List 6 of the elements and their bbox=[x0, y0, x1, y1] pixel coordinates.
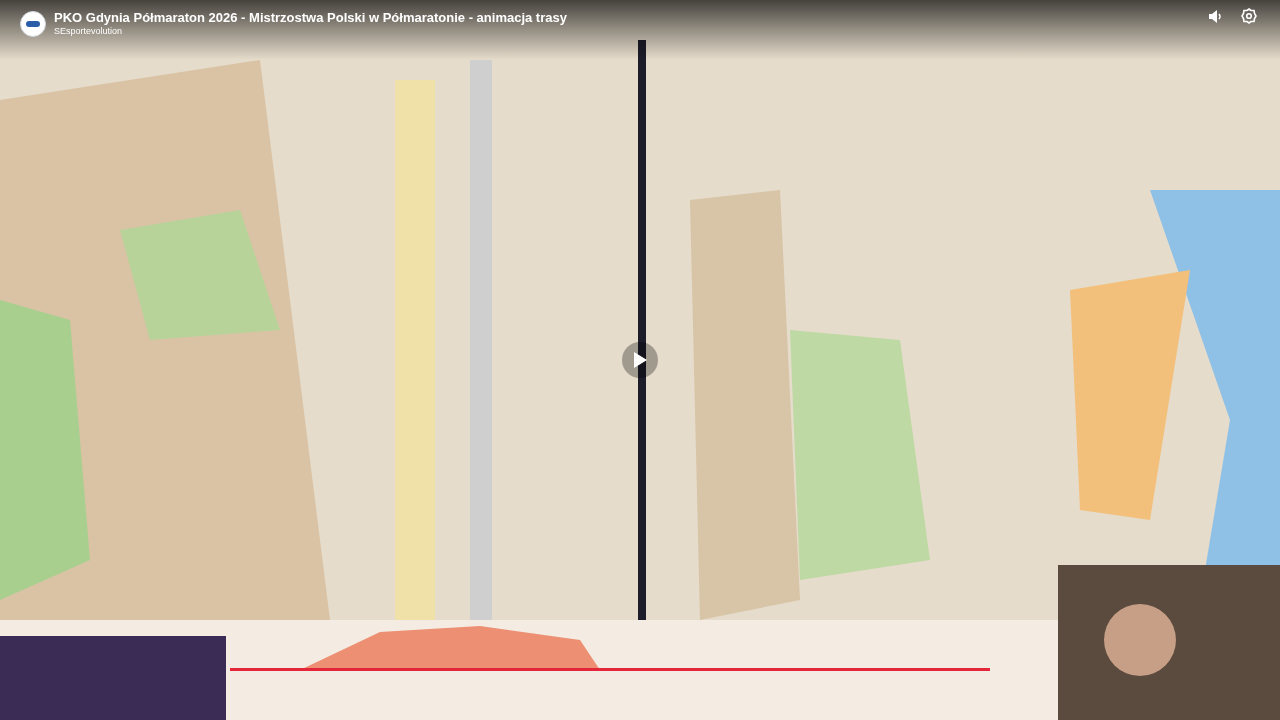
settings-icon[interactable] bbox=[1241, 8, 1257, 24]
play-icon bbox=[632, 351, 648, 369]
channel-name[interactable]: SEsportevolution bbox=[54, 26, 567, 37]
volume-icon[interactable] bbox=[1208, 9, 1222, 24]
video-title[interactable]: PKO Gdynia Półmaraton 2026 - Mistrzostwa Polski w Półmaratonie - animacja trasy bbox=[54, 10, 567, 26]
play-button[interactable] bbox=[622, 342, 658, 378]
